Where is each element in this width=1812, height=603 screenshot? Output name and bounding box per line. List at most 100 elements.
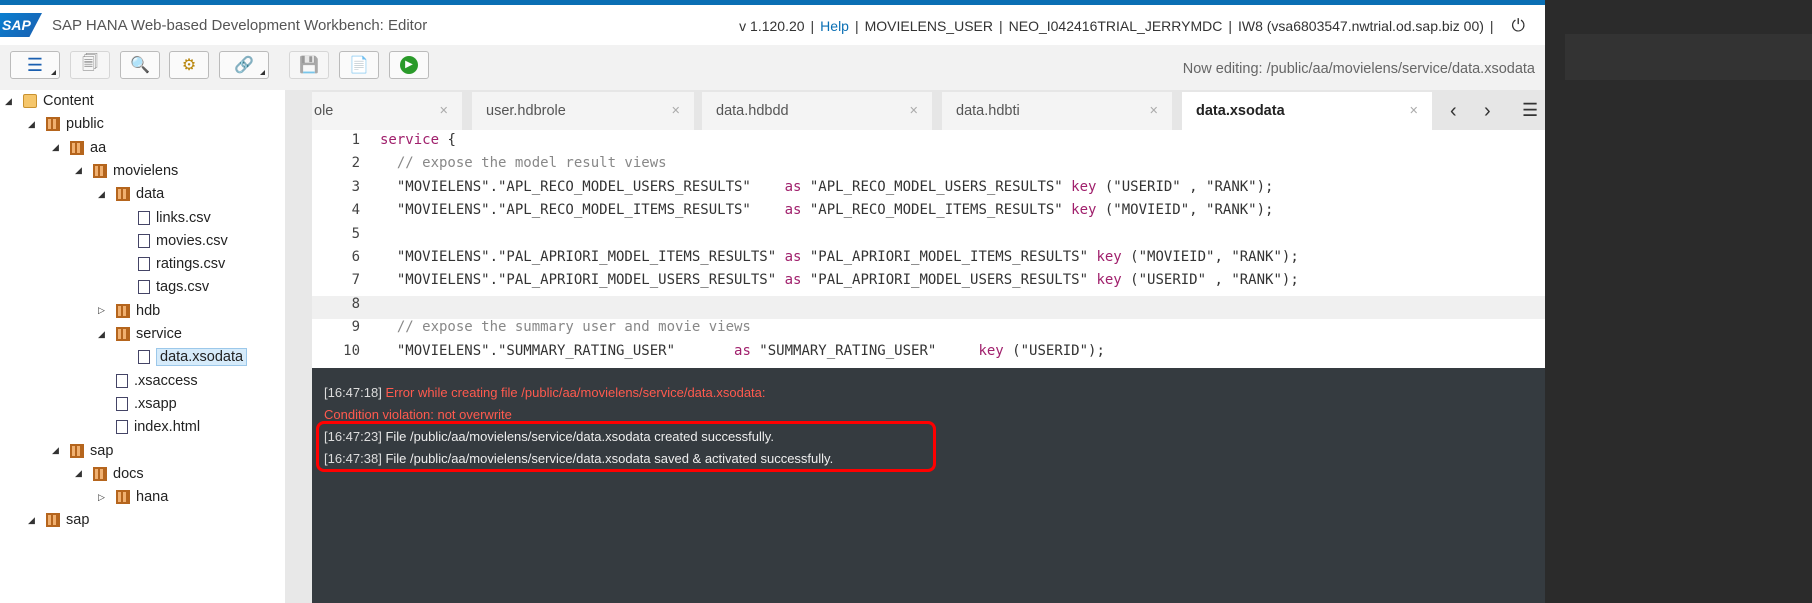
console-message: Condition violation: not overwrite	[324, 404, 1545, 426]
expander-icon[interactable]: ▷	[98, 492, 108, 503]
code-token: ("MOVIEID", "RANK");	[1096, 202, 1274, 219]
gear-icon: ⚙	[181, 57, 197, 74]
close-icon[interactable]: ×	[672, 103, 680, 119]
save-button[interactable]: 💾	[289, 51, 329, 79]
link-button[interactable]: 🔗	[219, 51, 269, 79]
line-number: 5	[351, 225, 360, 242]
background-window	[1545, 0, 1812, 603]
tree-item[interactable]: index.html	[98, 416, 200, 438]
menu-icon: ☰	[26, 54, 44, 75]
tab-user-hdbrole[interactable]: user.hdbrole ×	[472, 92, 694, 130]
package-icon	[70, 443, 84, 458]
play-icon: ▶	[400, 56, 418, 74]
settings-button[interactable]: ⚙	[169, 51, 209, 79]
close-icon[interactable]: ×	[1410, 103, 1418, 119]
tab-prev-icon[interactable]: ‹	[1450, 100, 1457, 123]
console-message: [16:47:23] File /public/aa/movielens/ser…	[324, 426, 1545, 448]
pane-splitter[interactable]	[285, 90, 312, 603]
code-token: "MOVIELENS"."PAL_APRIORI_MODEL_ITEMS_RES…	[380, 249, 785, 265]
code-token: ("USERID");	[1003, 342, 1105, 359]
code-token: ("USERID" , "RANK");	[1096, 178, 1274, 195]
message-text: File /public/aa/movielens/service/data.x…	[381, 429, 774, 444]
tree-item-label: .xsaccess	[134, 372, 198, 389]
close-icon[interactable]: ×	[1150, 103, 1158, 119]
expander-icon[interactable]: ◢	[75, 468, 85, 479]
package-icon	[116, 303, 130, 318]
close-icon[interactable]: ×	[910, 103, 918, 119]
expander-icon[interactable]: ◢	[28, 119, 38, 130]
tree-item-label: sap	[66, 512, 90, 529]
logout-power-icon[interactable]: ⏻	[1512, 16, 1525, 36]
tree-item[interactable]: ratings.csv	[120, 253, 225, 275]
tree-item[interactable]: ▷ hana	[98, 486, 168, 508]
tab-ole[interactable]: ole ×	[312, 92, 462, 130]
file-icon	[138, 280, 150, 295]
code-token: key	[1096, 272, 1122, 289]
tree-item[interactable]: .xsapp	[98, 393, 177, 415]
code-line: 2 // expose the model result views	[312, 155, 1545, 178]
expander-icon[interactable]: ◢	[98, 189, 108, 200]
system-name: IW8 (vsa6803547.nwtrial.od.sap.biz 00)	[1237, 18, 1484, 34]
tree-item[interactable]: ◢ sap	[52, 440, 113, 462]
line-number: 7	[351, 272, 360, 289]
code-token: "MOVIELENS"."PAL_APRIORI_MODEL_USERS_RES…	[380, 272, 785, 289]
menu-button[interactable]: ☰	[10, 51, 60, 79]
tree-item[interactable]: movies.csv	[120, 230, 228, 252]
line-number: 4	[351, 202, 360, 219]
tree-item-label: sap	[90, 442, 114, 459]
expander-icon[interactable]: ◢	[98, 329, 108, 340]
format-button[interactable]: 📄	[339, 51, 379, 79]
file-icon	[138, 257, 150, 272]
expander-icon[interactable]: ◢	[5, 96, 15, 107]
tree-item[interactable]: ◢ public	[28, 113, 104, 135]
close-icon[interactable]: ×	[440, 103, 448, 119]
folder-icon	[23, 94, 37, 108]
package-icon	[116, 187, 130, 202]
tab-next-icon[interactable]: ›	[1484, 100, 1491, 123]
tree-item-label: links.csv	[156, 209, 211, 226]
expander-icon[interactable]: ▷	[98, 305, 108, 316]
code-editor[interactable]: 1 service {2 // expose the model result v…	[312, 130, 1545, 368]
line-number: 2	[351, 155, 360, 172]
search-button[interactable]: 🔍	[120, 51, 160, 79]
tree-item-label: data.xsodata	[156, 348, 248, 367]
tree-item[interactable]: ◢ service	[98, 323, 182, 345]
tree-item-label: tags.csv	[156, 279, 210, 296]
tree-item[interactable]: links.csv	[120, 207, 211, 229]
tree-item[interactable]: ◢ docs	[75, 463, 144, 485]
tree-item[interactable]: ▷ hdb	[98, 300, 160, 322]
tab-data-hdbdd[interactable]: data.hdbdd ×	[702, 92, 932, 130]
tab-label: data.xsodata	[1196, 103, 1285, 119]
expander-icon[interactable]: ◢	[28, 515, 38, 526]
expander-icon[interactable]: ◢	[52, 445, 62, 456]
tree-item[interactable]: data.xsodata	[120, 346, 248, 368]
tree-item[interactable]: ◢ sap	[28, 509, 89, 531]
code-token: "APL_RECO_MODEL_USERS_RESULTS"	[801, 178, 1072, 195]
tree-item[interactable]: tags.csv	[120, 276, 209, 298]
code-token: as	[784, 202, 802, 219]
tree-item[interactable]: ◢ aa	[52, 137, 106, 159]
file-icon	[138, 210, 150, 225]
tree-item[interactable]: .xsaccess	[98, 370, 198, 392]
run-button[interactable]: ▶	[389, 51, 429, 79]
code-line: 9 // expose the summary user and movie v…	[312, 319, 1545, 342]
tree-item-label: service	[136, 326, 182, 342]
tab-menu-icon[interactable]: ☰	[1522, 100, 1538, 121]
tab-data-xsodata[interactable]: data.xsodata ×	[1182, 92, 1432, 130]
expander-icon[interactable]: ◢	[52, 142, 62, 153]
save-all-button[interactable]: 🗐	[70, 51, 110, 79]
save-icon: 💾	[299, 57, 319, 74]
tab-label: data.hdbti	[956, 103, 1020, 119]
tree-item[interactable]: ◢ Content	[5, 90, 94, 112]
code-token: service	[380, 132, 440, 148]
tree-item-label: data	[136, 186, 165, 203]
expander-icon[interactable]: ◢	[75, 165, 85, 176]
code-token: ("USERID" , "RANK");	[1121, 272, 1299, 289]
code-token: as	[784, 272, 802, 289]
app-header: SAP SAP HANA Web-based Development Workb…	[0, 5, 1545, 45]
tab-data-hdbti[interactable]: data.hdbti ×	[942, 92, 1172, 130]
tree-item[interactable]: ◢ movielens	[75, 160, 178, 182]
tree-item[interactable]: ◢ data	[98, 183, 164, 205]
code-token: key	[978, 342, 1004, 359]
help-link[interactable]: Help	[820, 18, 849, 34]
